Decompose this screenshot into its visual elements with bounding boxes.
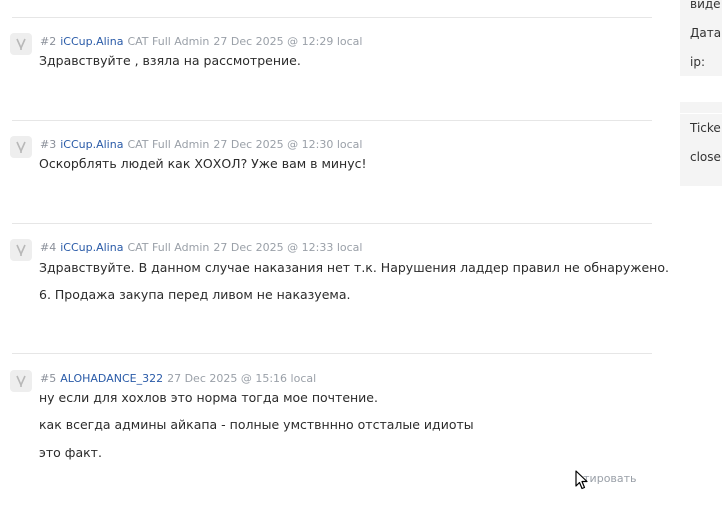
post-number[interactable]: #5	[40, 372, 56, 385]
post-text: Оскорблять людей как ХОХОЛ? Уже вам в ми…	[39, 156, 367, 171]
post-divider	[12, 223, 652, 224]
post-text: как всегда админы айкапа - полные умствн…	[39, 417, 474, 432]
default-avatar-icon	[16, 141, 26, 153]
post-date: 27 Dec 2025 @ 12:29 local	[213, 35, 363, 48]
author-role: CAT Full Admin	[127, 241, 210, 254]
post-meta: #4 iCCup.Alina CAT Full Admin 27 Dec 2025 @…	[40, 241, 362, 255]
forum-thread-page: #2 iCCup.Alina CAT Full Admin 27 Dec 2025 @…	[0, 0, 722, 512]
avatar[interactable]	[10, 33, 32, 55]
post-text: Здравствуйте , взяла на рассмотрение.	[39, 53, 301, 68]
post-text: 6. Продажа закупа перед ливом не наказуе…	[39, 287, 351, 302]
post-meta: #2 iCCup.Alina CAT Full Admin 27 Dec 2025 @…	[40, 35, 362, 49]
author-role: CAT Full Admin	[127, 35, 210, 48]
post-date: 27 Dec 2025 @ 15:16 local	[167, 372, 317, 385]
sidebar-info-label: виде	[690, 0, 721, 11]
sidebar-ticket-status: close	[690, 150, 721, 164]
post-number[interactable]: #2	[40, 35, 56, 48]
author-role: CAT Full Admin	[127, 138, 210, 151]
default-avatar-icon	[16, 375, 26, 387]
post-divider	[12, 120, 652, 121]
post-divider	[12, 353, 652, 354]
avatar[interactable]	[10, 370, 32, 392]
post-author-link[interactable]: iCCup.Alina	[60, 35, 123, 48]
post-text: Здравствуйте. В данном случае наказания …	[39, 260, 669, 275]
sidebar-ticket-label: Ticke	[690, 121, 721, 135]
post-author-link[interactable]: iCCup.Alina	[60, 138, 123, 151]
post-meta: #3 iCCup.Alina CAT Full Admin 27 Dec 2025 @…	[40, 138, 362, 152]
post-text: ну если для хохлов это норма тогда мое п…	[39, 390, 378, 405]
post-text: это факт.	[39, 445, 102, 460]
post-number[interactable]: #4	[40, 241, 56, 254]
post-date: 27 Dec 2025 @ 12:30 local	[213, 138, 363, 151]
default-avatar-icon	[16, 244, 26, 256]
mouse-cursor-icon	[575, 470, 588, 490]
default-avatar-icon	[16, 38, 26, 50]
sidebar-info-label: ip:	[690, 55, 705, 69]
post-meta: #5 ALOHADANCE_322 27 Dec 2025 @ 15:16 loca…	[40, 372, 316, 386]
post-author-link[interactable]: ALOHADANCE_322	[60, 372, 163, 385]
sidebar-info-label: Дата	[690, 26, 722, 40]
post-divider	[12, 17, 652, 18]
post-number[interactable]: #3	[40, 138, 56, 151]
post-date: 27 Dec 2025 @ 12:33 local	[213, 241, 363, 254]
post-author-link[interactable]: iCCup.Alina	[60, 241, 123, 254]
avatar[interactable]	[10, 239, 32, 261]
sidebar-spacer-panel	[680, 102, 722, 113]
avatar[interactable]	[10, 136, 32, 158]
